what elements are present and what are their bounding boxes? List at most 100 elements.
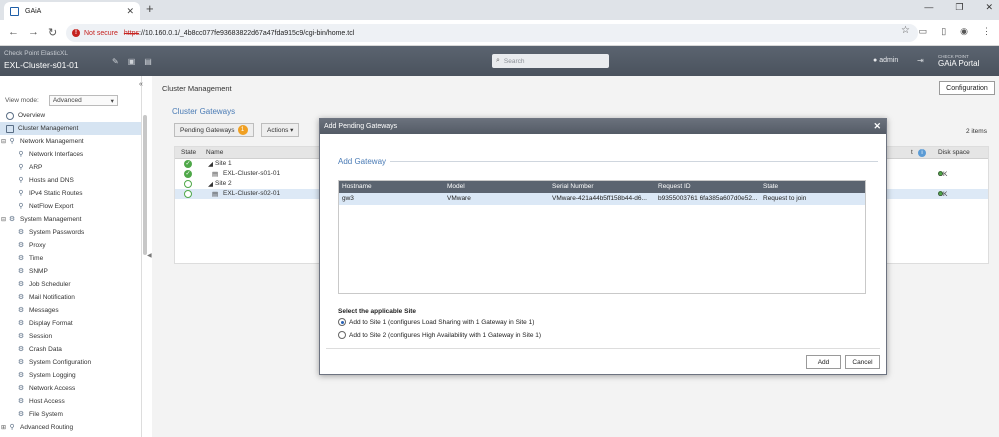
search-input[interactable]: ⌕ Search bbox=[492, 54, 609, 68]
sidebar-item-network-access[interactable]: ⚙ Network Access bbox=[0, 382, 141, 395]
footer-divider bbox=[326, 348, 880, 349]
col-model[interactable]: Model bbox=[447, 183, 465, 190]
collapse-sidebar-icon[interactable]: « bbox=[139, 81, 143, 88]
sidebar-item-system-passwords[interactable]: ⚙ System Passwords bbox=[0, 226, 141, 239]
table-row[interactable]: gw3 VMware VMware-421a44b5ff158b44-d6...… bbox=[339, 193, 865, 205]
sidebar-item-label: ARP bbox=[29, 164, 43, 171]
page-title: Cluster Management bbox=[162, 84, 232, 93]
gear-icon: ⚙ bbox=[17, 319, 25, 327]
minimize-icon[interactable]: — bbox=[924, 2, 933, 13]
window-close-icon[interactable]: ✕ bbox=[985, 2, 993, 13]
sidebar-item-ipv4-static-routes[interactable]: ⚲ IPv4 Static Routes bbox=[0, 187, 141, 200]
sidebar-item-cluster-management[interactable]: Cluster Management bbox=[0, 122, 141, 135]
gear-icon: ⚙ bbox=[17, 371, 25, 379]
sidebar-group-network-management[interactable]: ⊟ ⚲ Network Management bbox=[0, 135, 141, 148]
status-ok-icon: ✓ bbox=[184, 160, 192, 168]
warning-icon: ! bbox=[72, 29, 80, 37]
bookmark-star-icon[interactable]: ☆ bbox=[901, 25, 910, 36]
forward-icon[interactable]: → bbox=[28, 26, 39, 38]
col-name[interactable]: Name bbox=[206, 149, 223, 156]
col-hostname[interactable]: Hostname bbox=[342, 183, 372, 190]
url-text: ://10.160.0.1/_4b8cc077fe93683822d67a47f… bbox=[139, 29, 355, 37]
gear-icon: ⚙ bbox=[17, 267, 25, 275]
col-t[interactable]: t bbox=[911, 149, 913, 156]
tab-close-icon[interactable]: ✕ bbox=[126, 6, 134, 17]
logout-icon[interactable]: ⇥ bbox=[917, 56, 924, 65]
col-state[interactable]: State bbox=[763, 183, 778, 190]
actions-button[interactable]: Actions ▾ bbox=[261, 123, 300, 137]
sidebar-item-crash-data[interactable]: ⚙ Crash Data bbox=[0, 343, 141, 356]
sidebar-item-label: Mail Notification bbox=[29, 294, 75, 301]
dialog-close-icon[interactable]: ✕ bbox=[873, 121, 881, 132]
not-secure-indicator[interactable]: ! Not secure bbox=[72, 29, 118, 37]
profile-icon[interactable]: ◉ bbox=[960, 26, 968, 37]
collapse-icon[interactable]: ⊟ bbox=[1, 216, 6, 223]
col-serial-number[interactable]: Serial Number bbox=[552, 183, 594, 190]
edit-icon[interactable]: ✎ bbox=[112, 57, 119, 66]
sidebar-icon[interactable]: ▯ bbox=[941, 26, 946, 37]
view-mode-select[interactable]: Advanced ▾ bbox=[48, 95, 118, 106]
user-name: admin bbox=[879, 57, 899, 64]
sidebar-item-system-logging[interactable]: ⚙ System Logging bbox=[0, 369, 141, 382]
sidebar-item-overview[interactable]: Overview bbox=[0, 109, 141, 122]
network-node-icon: ⚲ bbox=[18, 150, 24, 158]
col-request-id[interactable]: Request ID bbox=[658, 183, 691, 190]
menu-kebab-icon[interactable]: ⋮ bbox=[982, 26, 991, 37]
cancel-button[interactable]: Cancel bbox=[845, 355, 880, 369]
site1-radio[interactable] bbox=[338, 318, 346, 326]
cell-hostname: gw3 bbox=[342, 195, 354, 202]
sidebar-item-system-configuration[interactable]: ⚙ System Configuration bbox=[0, 356, 141, 369]
console-icon[interactable]: ▣ bbox=[128, 57, 136, 66]
url-bar[interactable]: ! Not secure https ://10.160.0.1/_4b8cc0… bbox=[66, 24, 918, 42]
sidebar-item-messages[interactable]: ⚙ Messages bbox=[0, 304, 141, 317]
site-expand-icon[interactable]: ◢ bbox=[208, 180, 213, 188]
col-disk-space[interactable]: Disk space bbox=[938, 149, 970, 156]
user-menu[interactable]: ● admin bbox=[873, 57, 898, 64]
chevron-down-icon: ▾ bbox=[110, 97, 114, 105]
actions-label: Actions bbox=[267, 126, 289, 134]
sidebar-item-job-scheduler[interactable]: ⚙ Job Scheduler bbox=[0, 278, 141, 291]
disk-status-text: OK bbox=[938, 191, 948, 198]
sidebar-toggle-arrow-icon[interactable]: ◀ bbox=[147, 252, 152, 259]
sidebar-item-label: System Configuration bbox=[29, 359, 92, 366]
site2-option[interactable]: Add to Site 2 (configures High Availabil… bbox=[338, 331, 541, 339]
cast-icon[interactable]: ▭ bbox=[919, 26, 928, 37]
sidebar-item-hosts-dns[interactable]: ⚲ Hosts and DNS bbox=[0, 174, 141, 187]
col-state[interactable]: State bbox=[181, 149, 196, 156]
back-icon[interactable]: ← bbox=[8, 26, 19, 38]
sidebar-item-session[interactable]: ⚙ Session bbox=[0, 330, 141, 343]
collapse-icon[interactable]: ⊟ bbox=[1, 138, 6, 145]
sidebar-item-proxy[interactable]: ⚙ Proxy bbox=[0, 239, 141, 252]
network-icon: ⚲ bbox=[9, 137, 15, 145]
sidebar-item-snmp[interactable]: ⚙ SNMP bbox=[0, 265, 141, 278]
info-icon[interactable]: i bbox=[918, 149, 926, 157]
site-expand-icon[interactable]: ◢ bbox=[208, 160, 213, 168]
sidebar-scrollbar[interactable] bbox=[143, 115, 147, 255]
gear-icon: ⚙ bbox=[17, 397, 25, 405]
sidebar-item-file-system[interactable]: ⚙ File System bbox=[0, 408, 141, 421]
expand-icon[interactable]: ⊞ bbox=[1, 424, 6, 431]
reload-icon[interactable]: ↻ bbox=[48, 26, 57, 39]
sidebar-item-time[interactable]: ⚙ Time bbox=[0, 252, 141, 265]
browser-tab[interactable]: GAiA ✕ bbox=[4, 2, 140, 20]
sidebar-item-arp[interactable]: ⚲ ARP bbox=[0, 161, 141, 174]
sidebar-item-network-interfaces[interactable]: ⚲ Network Interfaces bbox=[0, 148, 141, 161]
sidebar-group-system-management[interactable]: ⊟ ⚙ System Management bbox=[0, 213, 141, 226]
configuration-button[interactable]: Configuration bbox=[939, 81, 995, 95]
sidebar-group-advanced-routing[interactable]: ⊞ ⚲ Advanced Routing bbox=[0, 421, 141, 434]
sidebar-item-netflow-export[interactable]: ⚲ NetFlow Export bbox=[0, 200, 141, 213]
site1-option[interactable]: Add to Site 1 (configures Load Sharing w… bbox=[338, 318, 534, 326]
sidebar-item-label: System Logging bbox=[29, 372, 76, 379]
add-button[interactable]: Add bbox=[806, 355, 841, 369]
overview-icon bbox=[6, 111, 14, 120]
pending-gateways-button[interactable]: Pending Gateways 1 bbox=[174, 123, 254, 137]
document-icon[interactable]: ▤ bbox=[144, 57, 152, 66]
row-name: EXL-Cluster-s02-01 bbox=[223, 190, 281, 197]
new-tab-icon[interactable]: + bbox=[146, 2, 154, 16]
restore-icon[interactable]: ❐ bbox=[955, 2, 963, 13]
sidebar-item-display-format[interactable]: ⚙ Display Format bbox=[0, 317, 141, 330]
status-ok-icon: ✓ bbox=[184, 170, 192, 178]
sidebar-item-host-access[interactable]: ⚙ Host Access bbox=[0, 395, 141, 408]
site2-radio[interactable] bbox=[338, 331, 346, 339]
sidebar-item-mail-notification[interactable]: ⚙ Mail Notification bbox=[0, 291, 141, 304]
